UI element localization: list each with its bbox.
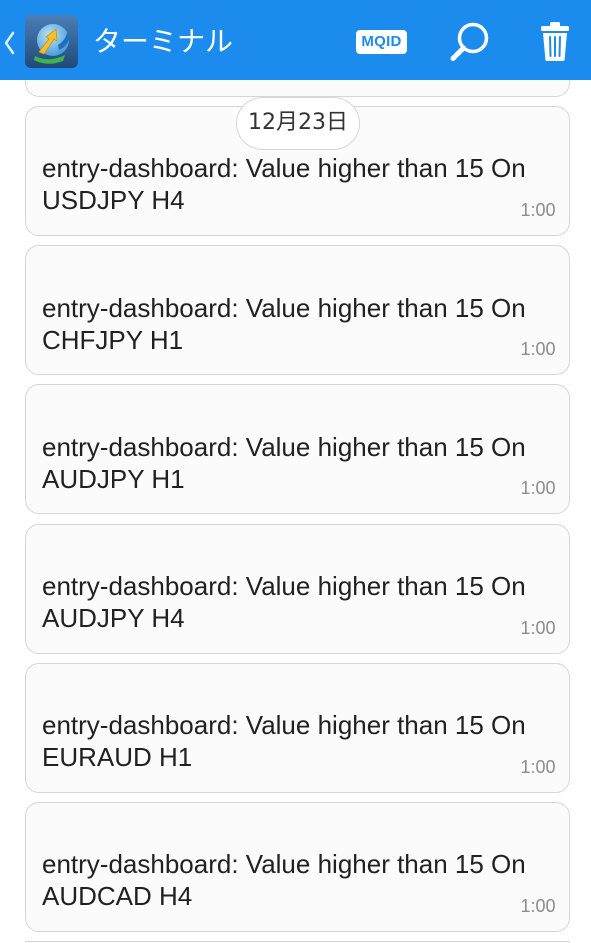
page-title: ターミナル [93, 25, 234, 58]
message-text: entry-dashboard: Value higher than 15 On… [42, 571, 526, 634]
message-card[interactable]: entry-dashboard: Value higher than 15 On… [25, 384, 570, 515]
mqid-button[interactable]: MQID [356, 30, 407, 54]
message-text: entry-dashboard: Value higher than 15 On… [42, 849, 526, 912]
search-button[interactable] [440, 14, 496, 66]
up-button[interactable] [0, 10, 82, 72]
message-text: entry-dashboard: Value higher than 15 On… [42, 153, 526, 216]
message-card[interactable]: entry-dashboard: Value higher than 15 On… [25, 662, 570, 793]
message-text: entry-dashboard: Value higher than 15 On… [42, 292, 526, 355]
delete-button[interactable] [530, 14, 580, 66]
metatrader-logo-icon [25, 15, 78, 68]
search-icon [450, 22, 489, 61]
message-card[interactable]: entry-dashboard: Value higher than 15 On… [25, 523, 570, 654]
message-time: 1:00 [520, 478, 556, 499]
message-time: 1:00 [520, 339, 556, 360]
action-bar: ターミナル MQID [0, 0, 591, 80]
trash-icon [541, 22, 569, 61]
message-time: 1:00 [520, 199, 556, 220]
date-separator: 12月23日 [236, 97, 360, 150]
message-time: 1:00 [520, 617, 556, 638]
message-time: 1:00 [520, 756, 556, 777]
message-card[interactable]: entry-dashboard: Value higher than 15 On… [25, 245, 570, 376]
message-time: 1:00 [520, 895, 556, 916]
chevron-left-icon [4, 31, 15, 55]
message-text: entry-dashboard: Value higher than 15 On… [42, 710, 526, 773]
message-card[interactable]: entry-dashboard: Value higher than 15 On… [25, 801, 570, 932]
message-text: entry-dashboard: Value higher than 15 On… [42, 431, 526, 494]
